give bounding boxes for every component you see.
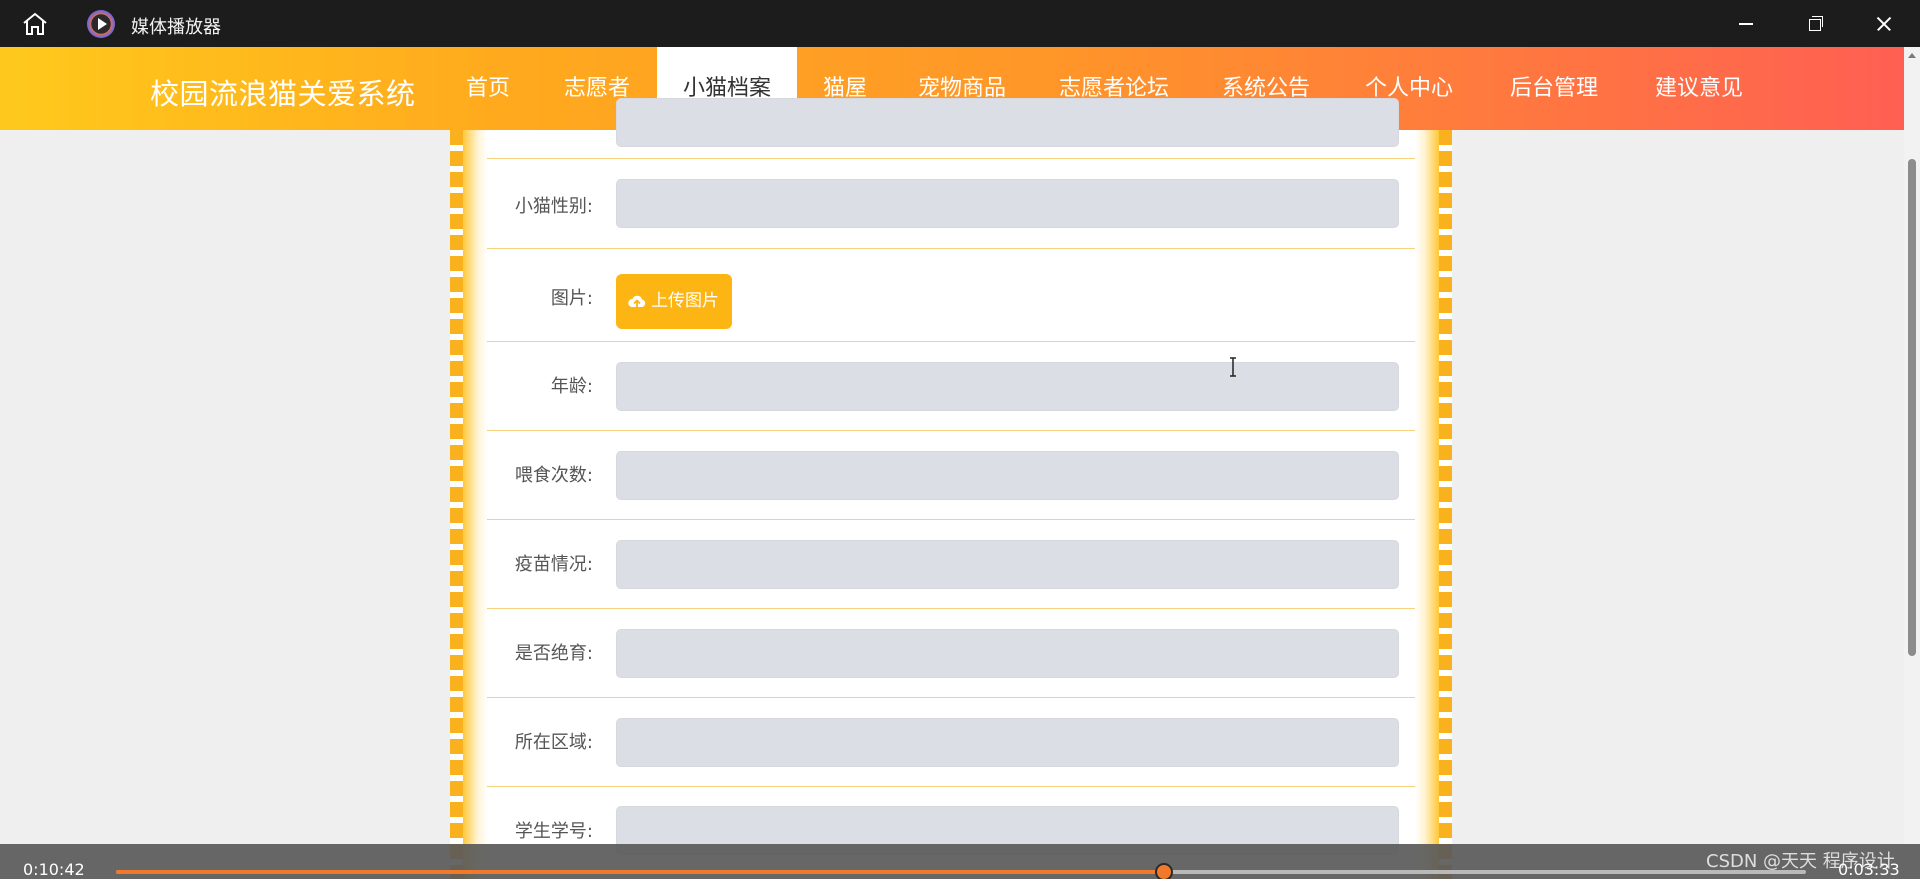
nav-item-suggestions[interactable]: 建议意见 xyxy=(1640,47,1758,130)
player-title-bar: 媒体播放器 xyxy=(0,0,1920,47)
minimize-button[interactable] xyxy=(1731,9,1761,39)
feeding-count-input[interactable] xyxy=(616,451,1399,500)
feeding-count-label: 喂食次数: xyxy=(514,465,593,486)
nav-item-home[interactable]: 首页 xyxy=(450,47,526,130)
vaccine-input[interactable] xyxy=(616,540,1399,589)
decorative-glow-right xyxy=(1415,130,1439,879)
site-brand[interactable]: 校园流浪猫关爱系统 xyxy=(150,71,416,113)
text-cursor-icon xyxy=(1230,357,1236,377)
seek-handle[interactable] xyxy=(1154,863,1173,879)
area-input[interactable] xyxy=(616,718,1399,767)
media-player-app-icon xyxy=(87,10,115,38)
form-row-gender: 小猫性别: xyxy=(487,159,1415,249)
cat-record-form-container: 小猫性别: 图片: 上传图片 年龄: 喂食次数: 疫苗情况: 是否绝育: 所在区… xyxy=(450,98,1452,879)
form-row xyxy=(487,98,1415,159)
player-window-title: 媒体播放器 xyxy=(131,17,221,38)
scrollbar-thumb[interactable] xyxy=(1908,159,1916,656)
decorative-glow-left xyxy=(463,130,487,879)
sterilized-label: 是否绝育: xyxy=(514,643,593,664)
decorative-stripe-right xyxy=(1439,130,1452,879)
form-row-sterilized: 是否绝育: xyxy=(487,609,1415,698)
sterilized-input[interactable] xyxy=(616,629,1399,678)
decorative-stripe-left xyxy=(450,130,463,879)
current-time: 0:10:42 xyxy=(23,860,85,879)
form-row-vaccine: 疫苗情况: xyxy=(487,520,1415,609)
seek-bar[interactable] xyxy=(116,863,1806,879)
upload-image-button[interactable]: 上传图片 xyxy=(616,274,732,329)
gender-input[interactable] xyxy=(616,179,1399,228)
area-label: 所在区域: xyxy=(514,732,593,753)
gender-label: 小猫性别: xyxy=(514,196,593,217)
home-icon[interactable] xyxy=(21,11,49,37)
age-label: 年龄: xyxy=(550,376,593,397)
restore-button[interactable] xyxy=(1800,9,1830,39)
cat-record-form: 小猫性别: 图片: 上传图片 年龄: 喂食次数: 疫苗情况: 是否绝育: 所在区… xyxy=(487,98,1415,879)
form-row-image: 图片: 上传图片 xyxy=(487,249,1415,342)
scroll-up-arrow-icon[interactable] xyxy=(1908,53,1916,58)
csdn-watermark: CSDN @天天 程序设计 xyxy=(1706,851,1895,872)
player-controls: 0:10:42 0:03:33 xyxy=(0,844,1920,879)
hidden-field-input[interactable] xyxy=(616,98,1399,147)
upload-image-label: 上传图片 xyxy=(651,291,719,311)
vaccine-label: 疫苗情况: xyxy=(514,554,593,575)
close-button[interactable] xyxy=(1869,9,1899,39)
form-row-age: 年龄: xyxy=(487,342,1415,431)
age-input[interactable] xyxy=(616,362,1399,411)
form-row-feeding: 喂食次数: xyxy=(487,431,1415,520)
student-id-label: 学生学号: xyxy=(514,821,593,842)
nav-item-admin[interactable]: 后台管理 xyxy=(1495,47,1613,130)
form-row-area: 所在区域: xyxy=(487,698,1415,787)
cloud-upload-icon xyxy=(628,295,646,308)
image-label: 图片: xyxy=(550,288,593,309)
page-scrollbar[interactable] xyxy=(1904,47,1920,879)
seek-bar-progress xyxy=(116,870,1164,874)
